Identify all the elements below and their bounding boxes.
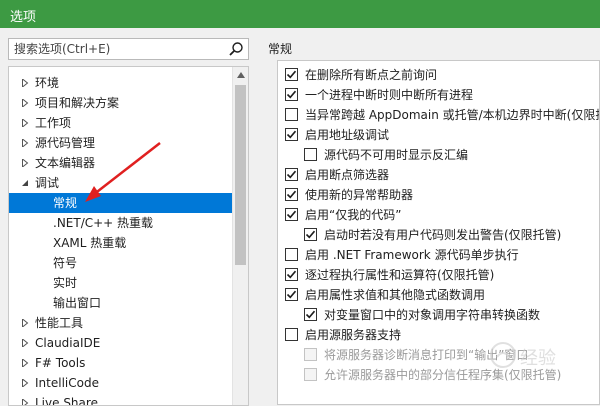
window-title: 选项 — [10, 10, 37, 25]
tree-item-label: 项目和解决方案 — [35, 96, 120, 110]
scroll-up-arrow-icon[interactable] — [237, 72, 245, 78]
chevron-right-icon[interactable] — [21, 159, 29, 167]
checkbox-checked[interactable] — [285, 208, 298, 221]
checkbox-checked[interactable] — [285, 188, 298, 201]
tree-item-5[interactable]: 调试 — [9, 173, 233, 193]
checkmark-icon — [286, 130, 297, 139]
checkbox-checked[interactable] — [304, 308, 317, 321]
tree-item-4[interactable]: 文本编辑器 — [9, 153, 233, 173]
checkmark-icon — [286, 210, 297, 219]
checkbox-checked[interactable] — [285, 128, 298, 141]
tree-item-label: F# Tools — [35, 356, 86, 370]
checkbox-unchecked[interactable] — [285, 108, 298, 121]
chevron-right-icon[interactable] — [21, 339, 29, 347]
tree-item-label: XAML 热重载 — [53, 236, 127, 250]
checkmark-icon — [286, 170, 297, 179]
options-tree[interactable]: 环境项目和解决方案 工作项源代码管理文本编辑器调试常规 .NET/C++ 热重载 XA… — [8, 66, 249, 406]
chevron-expanded-icon[interactable] — [21, 179, 29, 187]
chevron-right-icon[interactable] — [21, 139, 29, 147]
tree-scrollbar[interactable] — [232, 67, 248, 405]
watermark-logo — [490, 342, 516, 368]
tree-item-label: ClaudiaIDE — [35, 336, 101, 350]
option-label: 启用源服务器支持 — [305, 328, 402, 342]
tree-item-label: 环境 — [35, 76, 60, 90]
option-label: 启动时若没有用户代码则发出警告(仅限托管) — [324, 228, 562, 242]
option-label: 逐过程执行属性和运算符(仅限托管) — [305, 268, 495, 282]
checkmark-icon — [286, 190, 297, 199]
search-box[interactable] — [8, 38, 249, 60]
tree-item-7[interactable]: .NET/C++ 热重载 — [9, 213, 233, 233]
tree-item-0[interactable]: 环境 — [9, 73, 233, 93]
checkbox-unchecked — [304, 368, 317, 381]
option-label: 源代码不可用时显示反汇编 — [324, 148, 469, 162]
tree-item-label: 常规 — [53, 196, 78, 210]
tree-item-label: .NET/C++ 热重载 — [53, 216, 154, 230]
option-label: 当异常跨越 AppDomain 或托管/本机边界时中断(仅限托 — [305, 108, 600, 122]
tree-item-label: 符号 — [53, 256, 78, 270]
chevron-right-icon[interactable] — [21, 99, 29, 107]
tree-item-label: 源代码管理 — [35, 136, 96, 150]
checkbox-checked[interactable] — [285, 268, 298, 281]
checkmark-icon — [286, 270, 297, 279]
option-label: 对变量窗口中的对象调用字符串转换函数 — [324, 308, 541, 322]
option-label: 启用属性求值和其他隐式函数调用 — [305, 288, 486, 302]
checkmark-icon — [286, 290, 297, 299]
checkbox-checked[interactable] — [285, 68, 298, 81]
tree-item-label: 调试 — [35, 176, 60, 190]
chevron-right-icon[interactable] — [21, 379, 29, 387]
checkbox-checked[interactable] — [304, 228, 317, 241]
tree-item-6[interactable]: 常规 — [9, 193, 233, 213]
search-input[interactable] — [9, 39, 224, 59]
title-bar: 选项 — [0, 0, 600, 28]
tree-item-label: 文本编辑器 — [35, 156, 96, 170]
option-label: 使用新的异常帮助器 — [305, 188, 414, 202]
checkbox-checked[interactable] — [285, 168, 298, 181]
tree-item-14[interactable]: F# Tools — [9, 353, 233, 373]
option-label: 启用地址级调试 — [305, 128, 390, 142]
checkbox-unchecked[interactable] — [285, 248, 298, 261]
watermark-text: 经验 — [520, 348, 556, 369]
section-title: 常规 — [268, 42, 293, 56]
checkbox-unchecked[interactable] — [285, 328, 298, 341]
checkbox-checked[interactable] — [285, 288, 298, 301]
option-label: 在删除所有断点之前询问 — [305, 68, 438, 82]
chevron-right-icon[interactable] — [21, 119, 29, 127]
tree-item-12[interactable]: 性能工具 — [9, 313, 233, 333]
checkmark-icon — [305, 310, 316, 319]
chevron-right-icon[interactable] — [21, 359, 29, 367]
option-label: 启用 .NET Framework 源代码单步执行 — [305, 248, 519, 262]
checkmark-icon — [286, 90, 297, 99]
checkbox-unchecked — [304, 348, 317, 361]
tree-item-13[interactable]: ClaudiaIDE — [9, 333, 233, 353]
chevron-right-icon[interactable] — [21, 319, 29, 327]
tree-item-15[interactable]: IntelliCode — [9, 373, 233, 393]
option-label: 一个进程中断时则中断所有进程 — [305, 88, 474, 102]
tree-item-11[interactable]: 输出窗口 — [9, 293, 233, 313]
tree-item-label: 实时 — [53, 276, 78, 290]
option-label: 启用“仅我的代码” — [305, 208, 402, 222]
tree-item-1[interactable]: 项目和解决方案 — [9, 93, 233, 113]
tree-item-9[interactable]: 符号 — [9, 253, 233, 273]
tree-item-label: 输出窗口 — [53, 296, 102, 310]
scroll-thumb[interactable] — [235, 85, 246, 265]
chevron-right-icon[interactable] — [21, 399, 29, 406]
option-label: 启用断点筛选器 — [305, 168, 390, 182]
checkbox-checked[interactable] — [285, 88, 298, 101]
checkmark-icon — [286, 70, 297, 79]
checkmark-icon — [305, 230, 316, 239]
tree-item-label: 性能工具 — [35, 316, 84, 330]
tree-item-label: 工作项 — [35, 116, 72, 130]
tree-item-8[interactable]: XAML 热重载 — [9, 233, 233, 253]
tree-item-label: IntelliCode — [35, 376, 99, 390]
tree-item-10[interactable]: 实时 — [9, 273, 233, 293]
tree-item-2[interactable]: 工作项 — [9, 113, 233, 133]
search-icon[interactable] — [228, 41, 244, 57]
chevron-right-icon[interactable] — [21, 79, 29, 87]
checkbox-unchecked[interactable] — [304, 148, 317, 161]
tree-item-3[interactable]: 源代码管理 — [9, 133, 233, 153]
